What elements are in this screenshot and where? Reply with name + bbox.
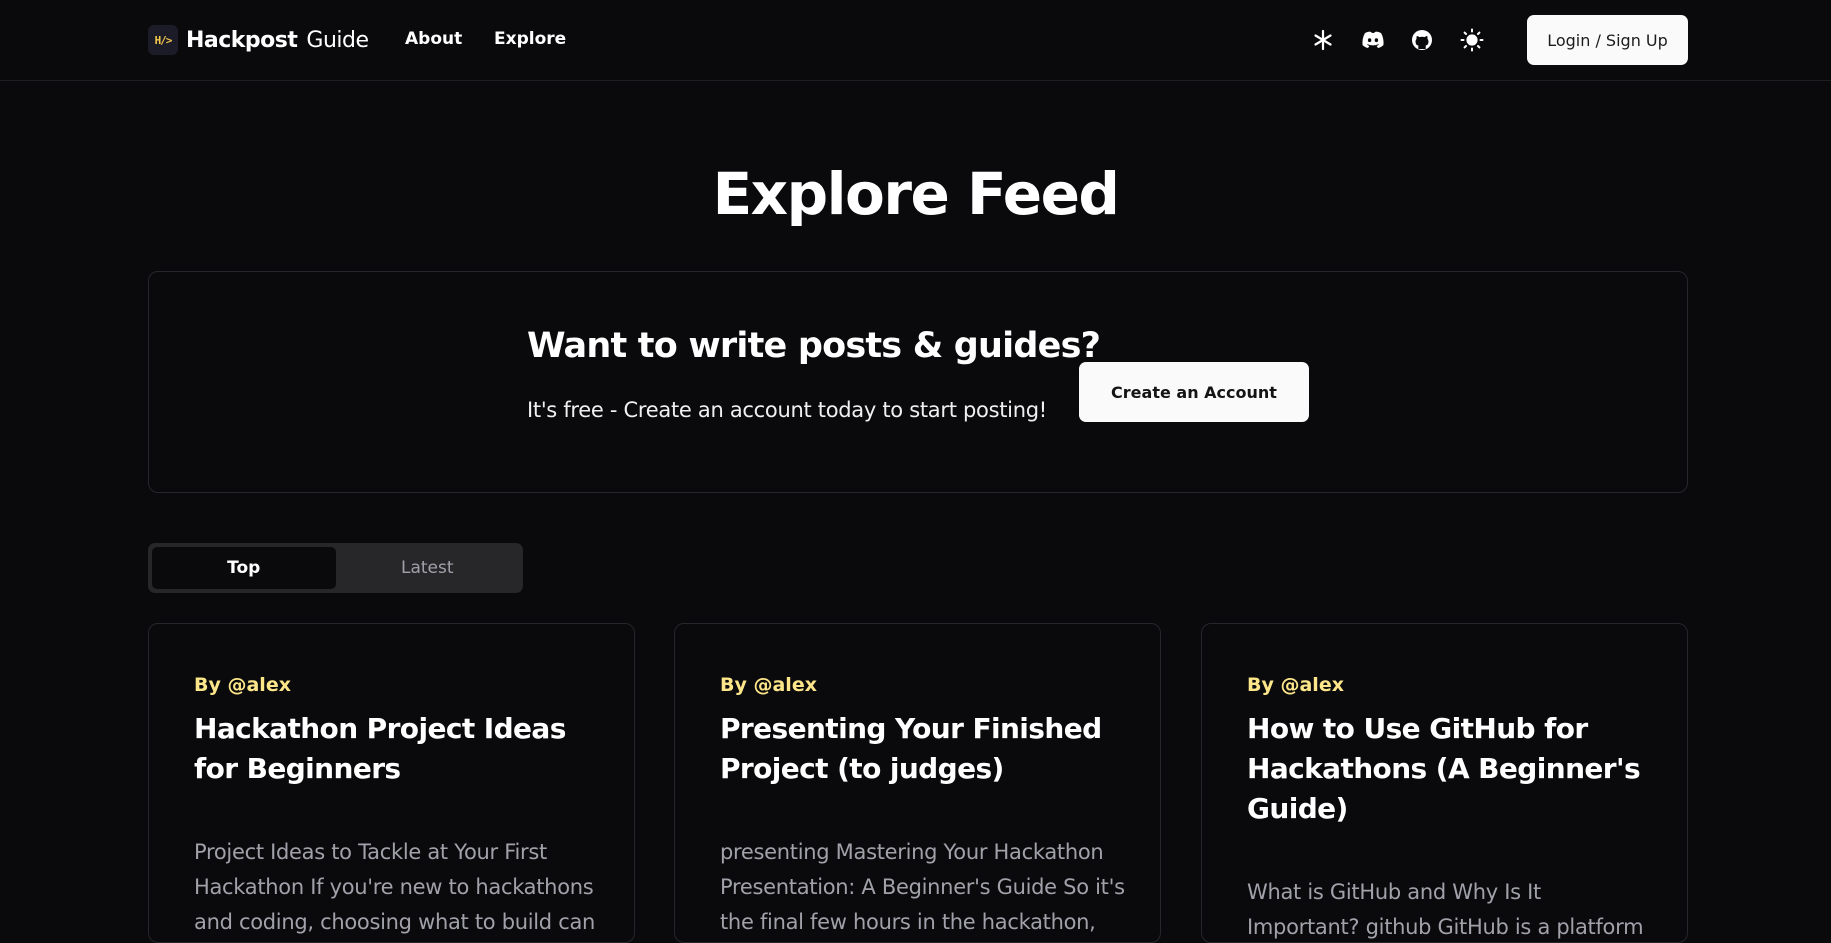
post-title[interactable]: Hackathon Project Ideas for Beginners [194, 709, 594, 789]
tab-top[interactable]: Top [152, 547, 336, 589]
github-icon[interactable] [1408, 26, 1436, 54]
post-excerpt: presenting Mastering Your Hackathon Pres… [720, 840, 1125, 934]
post-author[interactable]: By @alex [194, 674, 291, 696]
discord-icon[interactable] [1359, 26, 1387, 54]
post-card[interactable]: By @alex Hackathon Project Ideas for Beg… [148, 623, 635, 943]
post-author[interactable]: By @alex [1247, 674, 1344, 696]
sun-icon[interactable] [1458, 26, 1486, 54]
top-navbar: H/> Hackpost Guide About Explore Login /… [0, 0, 1831, 81]
nav-link-about[interactable]: About [405, 29, 462, 49]
cta-heading: Want to write posts & guides? [527, 326, 1101, 366]
post-excerpt: Project Ideas to Tackle at Your First Ha… [194, 840, 596, 934]
brand-name: Hackpost [186, 27, 298, 53]
asterisk-icon[interactable] [1309, 26, 1337, 54]
page-title: Explore Feed [712, 160, 1120, 228]
post-title[interactable]: Presenting Your Finished Project (to jud… [720, 709, 1120, 789]
logo-mark-icon: H/> [148, 25, 178, 55]
post-author[interactable]: By @alex [720, 674, 817, 696]
post-title[interactable]: How to Use GitHub for Hackathons (A Begi… [1247, 709, 1647, 829]
post-card[interactable]: By @alex Presenting Your Finished Projec… [674, 623, 1161, 943]
nav-link-explore[interactable]: Explore [494, 29, 566, 49]
cta-text: It's free - Create an account today to s… [527, 398, 1047, 422]
login-signup-button[interactable]: Login / Sign Up [1527, 15, 1688, 65]
post-card[interactable]: By @alex How to Use GitHub for Hackathon… [1201, 623, 1688, 943]
tab-latest[interactable]: Latest [336, 547, 520, 589]
write-posts-cta-card: Want to write posts & guides? It's free … [148, 271, 1688, 493]
post-excerpt: What is GitHub and Why Is It Important? … [1247, 880, 1644, 939]
brand-logo[interactable]: H/> Hackpost Guide [148, 25, 369, 55]
create-account-button[interactable]: Create an Account [1079, 362, 1309, 422]
brand-sub: Guide [306, 27, 369, 53]
feed-sort-tabs: Top Latest [148, 543, 523, 593]
